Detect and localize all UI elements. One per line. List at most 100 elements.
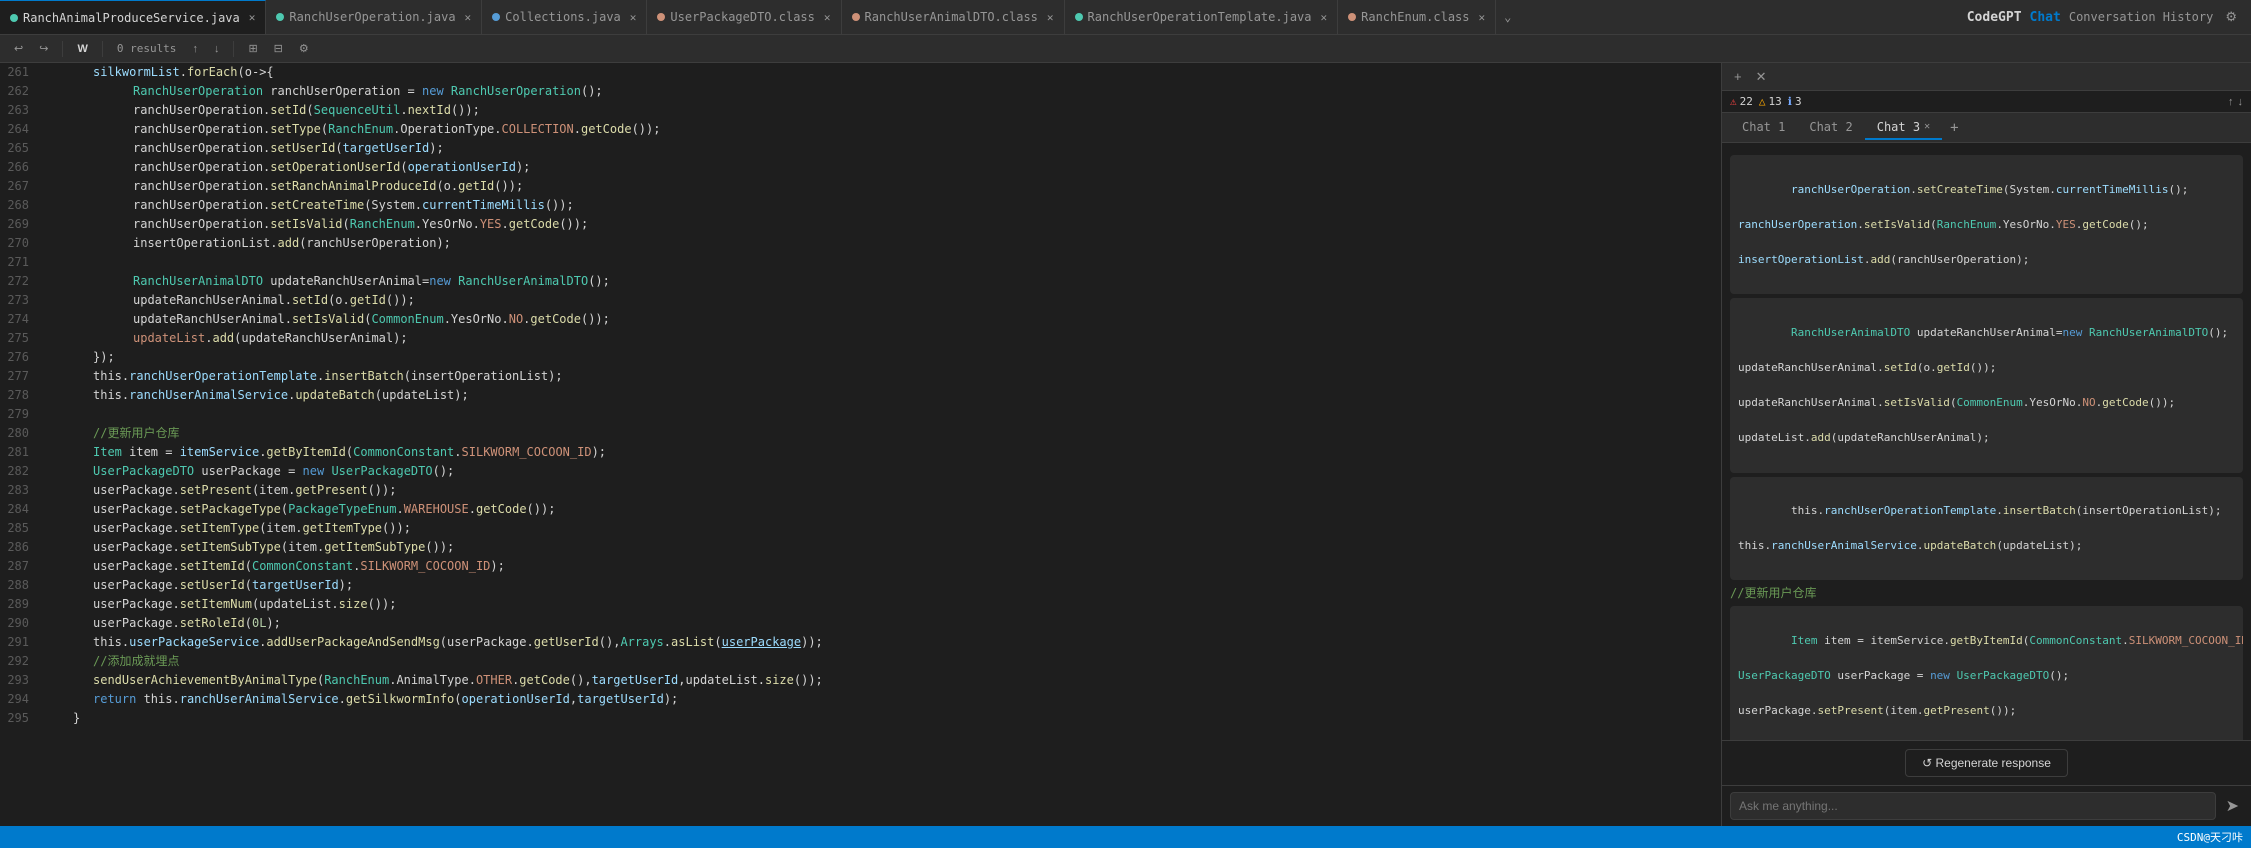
ask-input[interactable] [1730, 792, 2216, 820]
new-chat-tab-btn[interactable]: + [1942, 116, 1966, 140]
chat-tabs: Chat 1 Chat 2 Chat 3 ✕ + [1722, 113, 2251, 143]
tab-close-icon[interactable]: ✕ [630, 11, 637, 24]
line-num-284: 284 [0, 500, 37, 519]
line-num-262: 262 [0, 82, 37, 101]
tab-label: RanchUserOperation.java [289, 10, 455, 24]
tab-overflow-btn[interactable]: ⌄ [1496, 10, 1519, 24]
regenerate-btn[interactable]: ↺ Regenerate response [1905, 749, 2068, 777]
tab-close-icon[interactable]: ✕ [1047, 11, 1054, 24]
settings2-btn[interactable]: ⚙ [293, 40, 315, 57]
warn-warning: △ 13 [1759, 95, 1782, 108]
line-num-261: 261 [0, 63, 37, 82]
chat-tab-3-label: Chat 3 [1877, 120, 1920, 134]
line-num-290: 290 [0, 614, 37, 633]
tab-close-icon[interactable]: ✕ [249, 11, 256, 24]
line-num-285: 285 [0, 519, 37, 538]
tab-dot [852, 13, 860, 21]
line-num-279: 279 [0, 405, 37, 424]
chat-tab-3[interactable]: Chat 3 ✕ [1865, 116, 1942, 140]
tab-close-icon[interactable]: ✕ [1479, 11, 1486, 24]
toolbar-separator [102, 41, 103, 57]
line-num-272: 272 [0, 272, 37, 291]
line-num-277: 277 [0, 367, 37, 386]
tab-dot [1348, 13, 1356, 21]
line-num-263: 263 [0, 101, 37, 120]
line-num-283: 283 [0, 481, 37, 500]
tab-close-icon[interactable]: ✕ [465, 11, 472, 24]
right-panel: + ✕ ⚠ 22 △ 13 ℹ 3 ↑ ↓ [1721, 63, 2251, 826]
tab-ranchuseroperationtemplate[interactable]: RanchUserOperationTemplate.java ✕ [1065, 0, 1339, 34]
toolbar-separator [62, 41, 63, 57]
redo-btn[interactable]: ↪ [33, 40, 54, 57]
error-warning: ⚠ 22 [1730, 95, 1753, 108]
line-num-286: 286 [0, 538, 37, 557]
line-num-278: 278 [0, 386, 37, 405]
line-num-264: 264 [0, 120, 37, 139]
tab-ranchanimaproduceservice[interactable]: RanchAnimalProduceService.java ✕ [0, 0, 266, 34]
info-warning: ℹ 3 [1788, 95, 1802, 108]
code-content[interactable]: silkwormList.forEach(o->{ RanchUserOpera… [45, 63, 1721, 826]
tab-close-icon[interactable]: ✕ [1321, 11, 1328, 24]
code-line-285: userPackage.setItemType(item.getItemType… [53, 519, 1721, 538]
tab-ranchenum[interactable]: RanchEnum.class ✕ [1338, 0, 1496, 34]
conversation-history-label[interactable]: Conversation History [2069, 10, 2214, 24]
chat-header-label: Chat [2030, 10, 2061, 25]
line-num-274: 274 [0, 310, 37, 329]
right-panel-header: + ✕ [1722, 63, 2251, 91]
code-line-283: userPackage.setPresent(item.getPresent()… [53, 481, 1721, 500]
chat-tab-3-close[interactable]: ✕ [1924, 121, 1930, 132]
scroll-up-btn[interactable]: ↑ [2228, 96, 2234, 108]
chat-content[interactable]: ranchUserOperation.setCreateTime(System.… [1722, 143, 2251, 740]
next-result-btn[interactable]: ↓ [208, 41, 226, 57]
code-line-295: } [53, 709, 1721, 728]
tab-ranchuseroperation[interactable]: RanchUserOperation.java ✕ [266, 0, 482, 34]
code-line-292: //添加成就埋点 [53, 652, 1721, 671]
settings-icon-btn[interactable]: ⚙ [2221, 7, 2241, 27]
tab-label: RanchUserOperationTemplate.java [1088, 10, 1312, 24]
code-line-262: RanchUserOperation ranchUserOperation = … [53, 82, 1721, 101]
send-btn[interactable]: ➤ [2222, 792, 2243, 820]
regenerate-bar: ↺ Regenerate response [1722, 740, 2251, 785]
new-chat-btn[interactable]: + [1730, 67, 1746, 86]
warning-bar: ⚠ 22 △ 13 ℹ 3 ↑ ↓ [1722, 91, 2251, 113]
filter-btn[interactable]: ⊞ [242, 40, 263, 57]
code-line-290: userPackage.setRoleId(0L); [53, 614, 1721, 633]
warn-icon: △ [1759, 95, 1766, 108]
chat-tab-2[interactable]: Chat 2 [1797, 116, 1864, 140]
main-layout: 261 262 263 264 265 266 267 268 269 270 … [0, 63, 2251, 826]
code-line-270: insertOperationList.add(ranchUserOperati… [53, 234, 1721, 253]
code-line-273: updateRanchUserAnimal.setId(o.getId()); [53, 291, 1721, 310]
undo-btn[interactable]: ↩ [8, 40, 29, 57]
scroll-down-btn[interactable]: ↓ [2238, 96, 2244, 108]
panel-close-btn[interactable]: ✕ [1752, 67, 1771, 87]
prev-result-btn[interactable]: ↑ [186, 41, 204, 57]
line-num-287: 287 [0, 557, 37, 576]
tab-label: RanchAnimalProduceService.java [23, 11, 240, 25]
code-line-266: ranchUserOperation.setOperationUserId(op… [53, 158, 1721, 177]
codegpt-header-label: CodeGPT [1967, 10, 2022, 25]
line-num-280: 280 [0, 424, 37, 443]
code-line-275: updateList.add(updateRanchUserAnimal); [53, 329, 1721, 348]
tab-ranchuseranimaldto[interactable]: RanchUserAnimalDTO.class ✕ [842, 0, 1065, 34]
code-line-271 [53, 253, 1721, 272]
status-right-text: CSDN@天刁咔 [2177, 829, 2243, 845]
tab-collections[interactable]: Collections.java ✕ [482, 0, 647, 34]
chat-code-block-1: ranchUserOperation.setCreateTime(System.… [1730, 155, 2243, 294]
toolbar-separator [233, 41, 234, 57]
code-line-280: //更新用户仓库 [53, 424, 1721, 443]
code-line-288: userPackage.setUserId(targetUserId); [53, 576, 1721, 595]
bold-btn[interactable]: W [71, 41, 93, 57]
chat-tab-1[interactable]: Chat 1 [1730, 116, 1797, 140]
input-bar: ➤ [1722, 785, 2251, 826]
status-bar: CSDN@天刁咔 [0, 826, 2251, 848]
code-line-269: ranchUserOperation.setIsValid(RanchEnum.… [53, 215, 1721, 234]
search-result: 0 results [111, 42, 183, 55]
code-line-287: userPackage.setItemId(CommonConstant.SIL… [53, 557, 1721, 576]
code-line-261: silkwormList.forEach(o->{ [53, 63, 1721, 82]
wrap-btn[interactable]: ⊟ [268, 40, 289, 57]
code-line-263: ranchUserOperation.setId(SequenceUtil.ne… [53, 101, 1721, 120]
tab-userpackagedto[interactable]: UserPackageDTO.class ✕ [647, 0, 841, 34]
tab-close-icon[interactable]: ✕ [824, 11, 831, 24]
chat-tab-1-label: Chat 1 [1742, 120, 1785, 134]
code-line-279 [53, 405, 1721, 424]
